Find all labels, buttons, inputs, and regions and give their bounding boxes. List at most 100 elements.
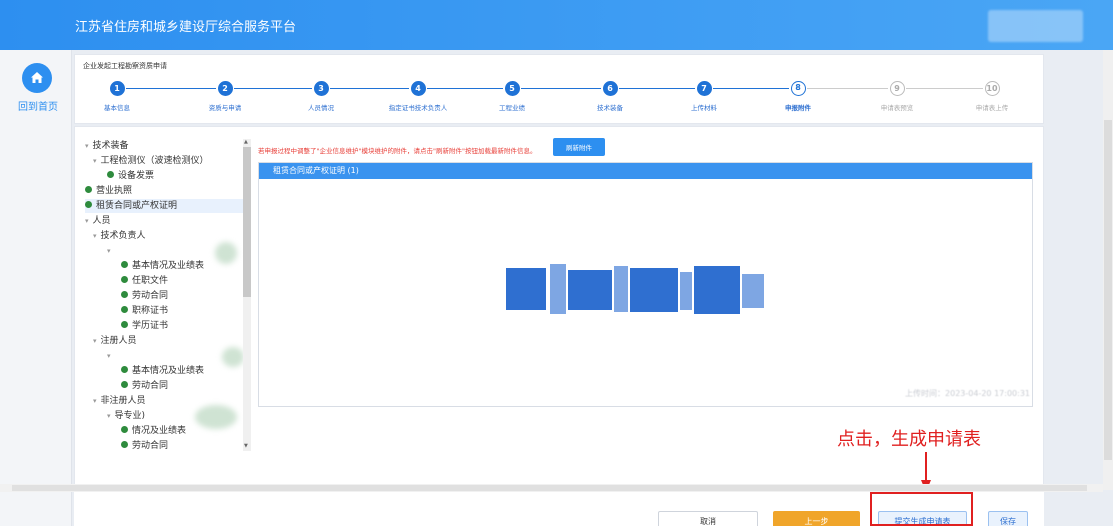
scroll-down-icon[interactable]: ▼ — [244, 443, 248, 449]
check-circle-icon — [121, 276, 128, 283]
tree-item[interactable]: ▾ 技术装备 — [85, 139, 129, 153]
tree-item[interactable]: ▾ 非注册人员 — [93, 394, 146, 408]
step-label: 人员情况 — [308, 104, 334, 112]
tree-item[interactable]: ▾ 注册人员 — [93, 334, 137, 348]
tree-item[interactable]: ▾ 人员 — [85, 214, 111, 228]
app-window: 江苏省住房和城乡建设厅综合服务平台 回到首页 企业发起工程勘察资质申请 1 基本信… — [0, 0, 1113, 526]
annotation-text: 点击，生成申请表 — [837, 429, 981, 450]
tree-scroll-thumb[interactable] — [243, 147, 251, 297]
step-9[interactable]: 9 申请表预览 — [842, 81, 952, 112]
check-circle-icon — [121, 441, 128, 448]
tree-item[interactable]: 情况及业绩表 — [121, 424, 186, 438]
tree-item[interactable]: ▾ 工程检测仪（波速检测仪） — [93, 154, 209, 168]
check-circle-icon — [85, 201, 92, 208]
step-2[interactable]: 2 资质与申请 — [170, 81, 280, 112]
caret-down-icon[interactable]: ▾ — [85, 217, 89, 225]
scroll-up-icon[interactable]: ▲ — [244, 139, 248, 145]
tree-item-label: 劳动合同 — [132, 291, 169, 301]
step-number: 6 — [602, 81, 618, 96]
caret-down-icon[interactable]: ▾ — [107, 352, 111, 360]
page-horizontal-scrollbar[interactable] — [0, 484, 1103, 492]
tree-item[interactable]: 基本情况及业绩表 — [121, 364, 204, 378]
tree-item[interactable]: 劳动合同 — [121, 439, 168, 453]
step-number: 4 — [410, 81, 426, 96]
step-label: 工程业绩 — [499, 104, 525, 112]
tree-item-label: 职称证书 — [132, 306, 169, 316]
attachment-viewer: 租赁合同或产权证明 (1) 上传时间：2023-04-20 17:00:31 — [258, 162, 1033, 407]
user-avatar-blurred[interactable] — [988, 10, 1083, 42]
previous-step-button[interactable]: 上一步 — [773, 511, 860, 526]
step-3[interactable]: 3 人员情况 — [266, 81, 376, 112]
tree-item-label: 劳动合同 — [132, 441, 169, 451]
tree-item-label: 情况及业绩表 — [132, 426, 187, 436]
tree-item-label: 劳动合同 — [132, 381, 169, 391]
caret-down-icon[interactable]: ▾ — [93, 232, 97, 240]
caret-down-icon[interactable]: ▾ — [85, 142, 89, 150]
refresh-attachments-button[interactable]: 刷新附件 — [553, 138, 605, 156]
tree-item[interactable]: ▾ 技术负责人 — [93, 229, 146, 243]
property-certificate-image[interactable] — [506, 260, 768, 320]
tree-item-label: 营业执照 — [96, 186, 133, 196]
caret-down-icon[interactable]: ▾ — [107, 412, 111, 420]
check-circle-icon — [121, 366, 128, 373]
hscroll-thumb[interactable] — [12, 485, 1087, 491]
home-label[interactable]: 回到首页 — [13, 98, 63, 113]
tree-item-label: 导专业) — [114, 411, 146, 421]
tree-item-label: 学历证书 — [132, 321, 169, 331]
save-button[interactable]: 保存 — [988, 511, 1028, 526]
tree-item[interactable]: ▾ — [107, 349, 115, 363]
step-label: 申请表上传 — [975, 104, 1009, 112]
check-circle-icon — [121, 426, 128, 433]
check-circle-icon — [121, 261, 128, 268]
step-number: 9 — [889, 81, 905, 96]
step-number: 1 — [109, 81, 125, 96]
tree-scrollbar[interactable]: ▲ ▼ — [243, 139, 251, 451]
step-5[interactable]: 5 工程业绩 — [457, 81, 567, 112]
tree-item-label: 任职文件 — [132, 276, 169, 286]
tree-item[interactable]: ▾ 导专业) — [107, 409, 145, 423]
tree-item[interactable]: 职称证书 — [121, 304, 168, 318]
step-number: 8 — [790, 81, 806, 96]
tree-item-label: 基本情况及业绩表 — [132, 366, 205, 376]
check-circle-icon — [107, 171, 114, 178]
refresh-notice: 若申报过程中调整了"企业信息维护"模块维护的附件，请点击"刷新附件"按钮加载最新… — [258, 147, 537, 155]
page-vertical-scrollbar[interactable] — [1103, 50, 1113, 490]
cancel-button[interactable]: 取消 — [658, 511, 758, 526]
step-progress: 企业发起工程勘察资质申请 1 基本信息 2 资质与申请 3 人员情况 4 指定证书技术负责人 5… — [74, 54, 1044, 124]
step-10[interactable]: 10 申请表上传 — [937, 81, 1047, 112]
caret-down-icon[interactable]: ▾ — [93, 337, 97, 345]
tree-item[interactable]: ▾ — [107, 244, 115, 258]
tree-item[interactable]: 租赁合同或产权证明 — [85, 199, 245, 213]
left-nav: 回到首页 — [0, 50, 72, 526]
caret-down-icon[interactable]: ▾ — [93, 397, 97, 405]
tree-item[interactable]: 学历证书 — [121, 319, 168, 333]
top-header: 江苏省住房和城乡建设厅综合服务平台 — [0, 0, 1113, 50]
tree-item-label: 注册人员 — [100, 336, 137, 346]
step-label: 基本信息 — [104, 104, 130, 112]
tree-item-label: 非注册人员 — [100, 396, 146, 406]
tree-item[interactable]: 劳动合同 — [121, 289, 168, 303]
step-label: 申请表预览 — [880, 104, 914, 112]
tree-item-label: 技术装备 — [92, 141, 129, 151]
tree-item-label: 租赁合同或产权证明 — [96, 201, 178, 211]
caret-down-icon[interactable]: ▾ — [93, 157, 97, 165]
step-1[interactable]: 1 基本信息 — [62, 81, 172, 112]
tree-item[interactable]: 基本情况及业绩表 — [121, 259, 204, 273]
home-icon[interactable] — [22, 63, 52, 93]
caret-down-icon[interactable]: ▾ — [107, 247, 111, 255]
tree-item[interactable]: 设备发票 — [107, 169, 154, 183]
upload-time: 上传时间：2023-04-20 17:00:31 — [905, 389, 1030, 398]
step-8[interactable]: 8 申报附件 — [743, 81, 853, 112]
tree-item-label: 技术负责人 — [100, 231, 146, 241]
check-circle-icon — [121, 321, 128, 328]
step-number: 10 — [984, 81, 1000, 96]
viewer-header: 租赁合同或产权证明 (1) — [259, 163, 1032, 179]
tree-item[interactable]: 任职文件 — [121, 274, 168, 288]
tree-item-label: 人员 — [92, 216, 111, 226]
tree-item[interactable]: 劳动合同 — [121, 379, 168, 393]
tree-item[interactable]: 营业执照 — [85, 184, 132, 198]
vscroll-thumb[interactable] — [1104, 120, 1112, 460]
check-circle-icon — [85, 186, 92, 193]
tree-item-label: 基本情况及业绩表 — [132, 261, 205, 271]
blurred-name — [215, 242, 237, 264]
